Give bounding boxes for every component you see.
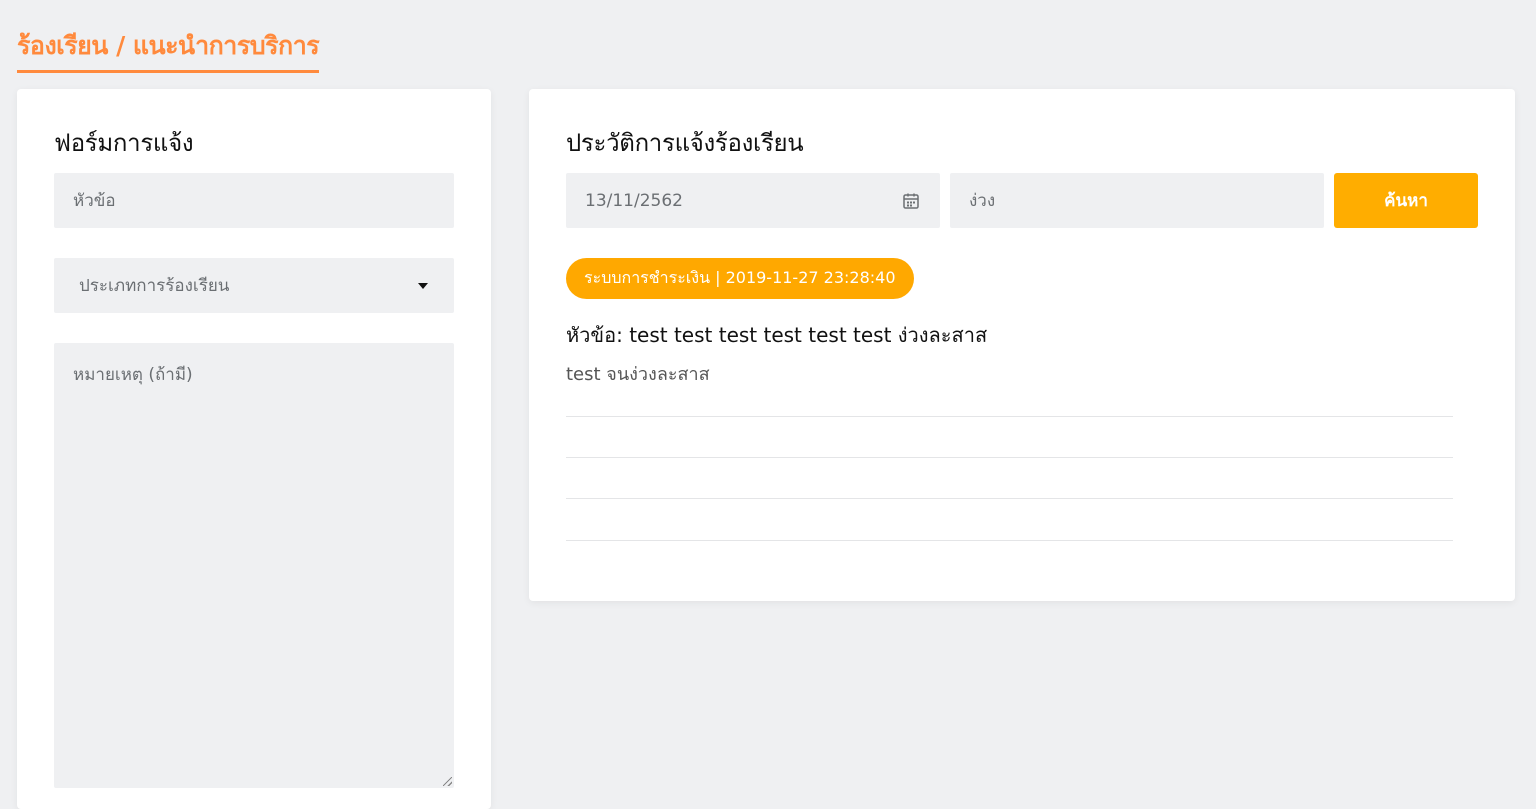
date-input[interactable]: 13/11/2562 xyxy=(566,173,940,228)
category-select[interactable]: ประเภทการร้องเรียน xyxy=(54,258,454,313)
chevron-down-icon xyxy=(418,282,428,289)
search-button[interactable]: ค้นหา xyxy=(1334,173,1478,228)
form-heading: ฟอร์มการแจ้ง xyxy=(54,129,194,157)
divider xyxy=(566,540,1453,541)
subject-placeholder: หัวข้อ xyxy=(73,191,116,211)
page-title: ร้องเรียน / แนะนำการบริการ xyxy=(17,26,320,73)
resize-handle[interactable] xyxy=(443,777,452,786)
calendar-icon[interactable] xyxy=(902,192,920,210)
history-heading: ประวัติการแจ้งร้องเรียน xyxy=(566,129,804,157)
note-placeholder: หมายเหตุ (ถ้ามี) xyxy=(73,365,193,385)
subject-input[interactable]: หัวข้อ xyxy=(54,173,454,228)
divider xyxy=(566,416,1453,417)
complaint-form-card: ฟอร์มการแจ้ง หัวข้อ ประเภทการร้องเรียน ห… xyxy=(17,89,491,809)
entry-title: หัวข้อ: test test test test test test ง่… xyxy=(566,323,988,347)
complaint-history-card: ประวัติการแจ้งร้องเรียน 13/11/2562 ง่วง … xyxy=(529,89,1515,601)
status-badge: ระบบการชำระเงิน | 2019-11-27 23:28:40 xyxy=(566,258,914,299)
divider xyxy=(566,498,1453,499)
entry-body: test จนง่วงละสาส xyxy=(566,364,710,385)
keyword-input[interactable]: ง่วง xyxy=(950,173,1324,228)
note-textarea[interactable]: หมายเหตุ (ถ้ามี) xyxy=(54,343,454,788)
keyword-value: ง่วง xyxy=(969,191,996,211)
divider xyxy=(566,457,1453,458)
category-selected-value: ประเภทการร้องเรียน xyxy=(79,276,230,296)
date-value: 13/11/2562 xyxy=(585,190,683,211)
